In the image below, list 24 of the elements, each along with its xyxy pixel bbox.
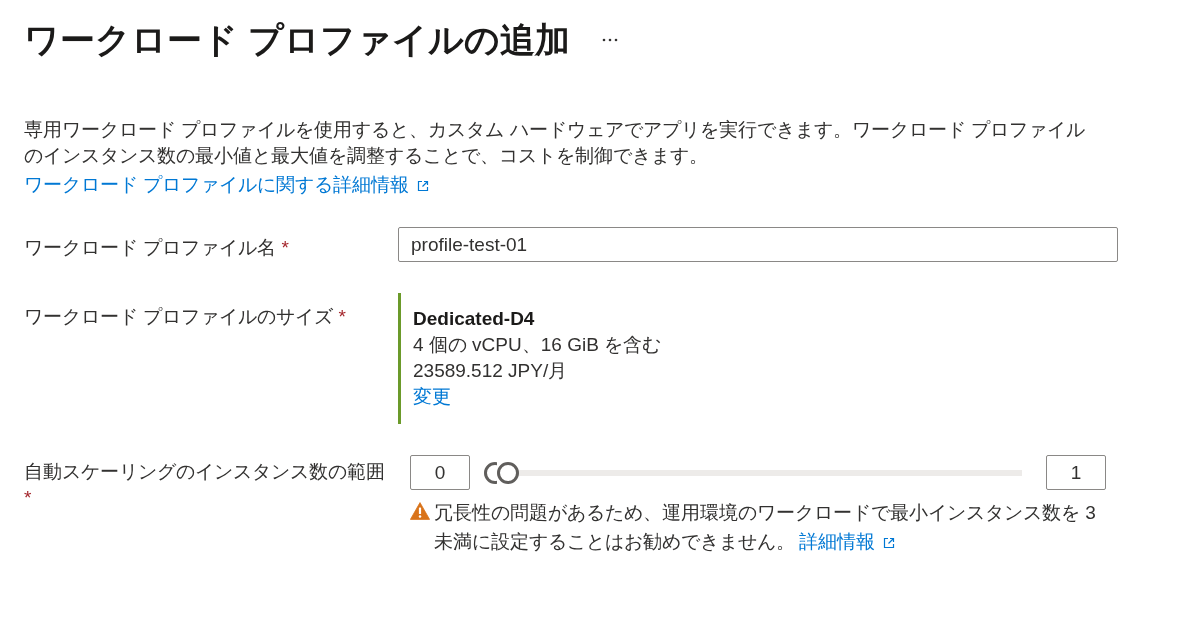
warning-icon (410, 502, 430, 520)
learn-more-link[interactable]: 詳細情報 (799, 531, 895, 552)
size-specs: 4 個の vCPU、16 GiB を含む (413, 333, 663, 357)
slider-thumb[interactable] (484, 461, 497, 484)
external-link-icon (417, 180, 430, 192)
field-label: 自動スケーリングのインスタンス数の範囲 (24, 461, 385, 482)
name-input[interactable]: profile-test-01 (398, 227, 1118, 262)
size-name: Dedicated-D4 (413, 307, 536, 331)
page-title: ワークロード プロファイルの追加 (24, 19, 570, 61)
description-text: 専用ワークロード プロファイルを使用すると、カスタム ハードウェアでアプリを実行できます。ワークロード プロファイルのインスタンス数の最小値と最大値を調整することで、コストを制御できます。 (24, 118, 1086, 168)
field-label: ワークロード プロファイル名 (24, 237, 277, 258)
slider-thumb[interactable] (496, 461, 519, 484)
min-instances-input[interactable]: 0 (410, 455, 470, 490)
more-icon (601, 38, 618, 42)
max-instances-input[interactable]: 1 (1046, 455, 1106, 490)
required-asterisk: * (281, 237, 289, 258)
field-label: ワークロード プロファイルのサイズ (24, 306, 334, 327)
change-link[interactable]: 変更 (413, 386, 451, 407)
size-price: 23589.512 JPY/月 (413, 359, 569, 383)
required-asterisk: * (338, 306, 346, 327)
learn-more-link[interactable]: ワークロード プロファイルに関する詳細情報 (24, 174, 430, 195)
warning-message: 冗長性の問題があるため、運用環境のワークロードで最小インスタンス数を 3 未満に設定することはお勧めできません。 詳細情報 (434, 501, 1097, 554)
external-link-icon (883, 537, 895, 549)
required-asterisk: * (24, 487, 32, 508)
